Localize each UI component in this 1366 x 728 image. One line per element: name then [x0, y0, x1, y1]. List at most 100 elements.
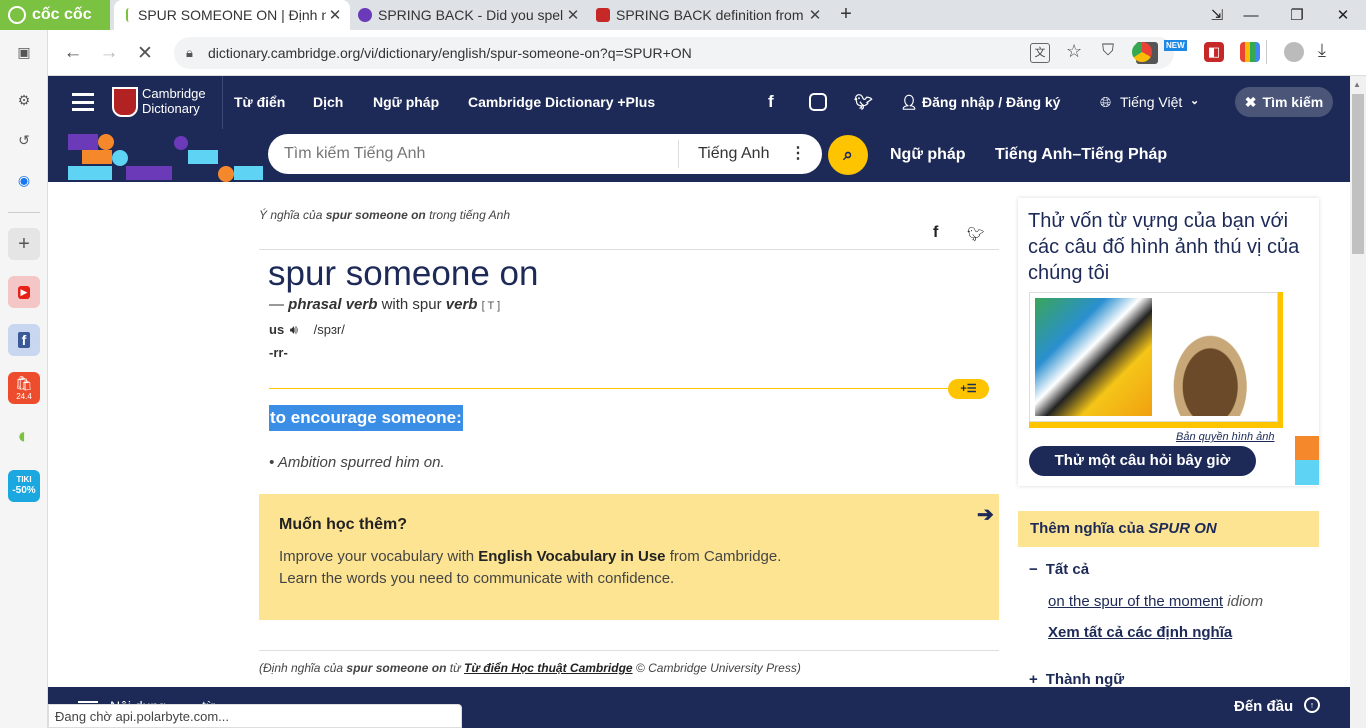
part-of-speech-line: — phrasal verb with spur verb [ T ] [269, 296, 500, 313]
more-options-icon[interactable]: ⋮ [790, 143, 806, 163]
idiom-link[interactable]: on the spur of the moment [1048, 593, 1223, 610]
search-toggle-button[interactable]: ✖ Tìm kiếm [1235, 87, 1333, 117]
search-input[interactable] [284, 143, 674, 165]
profile-avatar[interactable] [1284, 42, 1304, 62]
user-icon[interactable]: 👤︎ [900, 94, 918, 111]
sense-divider [269, 388, 959, 389]
site-favicon-icon [596, 8, 610, 22]
source-word: spur someone on [346, 661, 447, 675]
see-all-row: Xem tất cả các định nghĩa [1048, 624, 1232, 641]
snail-image [1158, 298, 1274, 416]
download-arrow-icon[interactable]: ⤓ [1318, 40, 1326, 61]
globe-icon[interactable]: 🌐︎ [1100, 94, 1111, 111]
facebook-icon[interactable]: f [8, 324, 40, 356]
decorative-blue-block [1295, 460, 1319, 485]
quiz-images[interactable] [1029, 292, 1278, 422]
search-language-select[interactable]: Tiếng Anh [698, 145, 769, 163]
close-tab-icon[interactable]: ✕ [564, 6, 582, 24]
source-dictionary-link[interactable]: Từ điển Học thuật Cambridge [464, 661, 633, 675]
close-tab-icon[interactable]: ✕ [806, 6, 824, 24]
gear-icon[interactable]: ⚙ [8, 84, 40, 116]
idiom-row: on the spur of the moment idiom [1048, 593, 1263, 610]
instagram-icon[interactable] [809, 93, 827, 111]
see-all-link[interactable]: Xem tất cả các định nghĩa [1048, 624, 1232, 641]
omnibox[interactable]: 🔒︎ dictionary.cambridge.org/vi/dictionar… [174, 37, 1174, 69]
close-tab-icon[interactable]: ✕ [326, 6, 344, 24]
stop-loading-icon[interactable]: ✕ [130, 38, 160, 68]
minimize-button[interactable]: — [1228, 0, 1274, 30]
colorful-extension-icon[interactable] [1240, 42, 1260, 62]
speaker-icon[interactable]: 🔊︎ [290, 322, 298, 337]
scroll-thumb[interactable] [1352, 94, 1364, 254]
headword: spur someone on [268, 254, 539, 293]
shield-icon[interactable]: ⛉ [1102, 42, 1114, 60]
line1-pre: Improve your vocabulary with [279, 548, 479, 565]
back-arrow-icon[interactable]: ← [58, 38, 88, 68]
logo-line2: Dictionary [142, 101, 200, 116]
nav-grammar[interactable]: Ngữ pháp [373, 94, 439, 110]
page-scrollbar[interactable]: ▲ [1350, 76, 1366, 728]
maximize-button[interactable]: ❐ [1274, 0, 1320, 30]
subnav-en-fr[interactable]: Tiếng Anh–Tiếng Pháp [995, 146, 1167, 164]
red-extension-icon[interactable]: ◧ [1204, 42, 1224, 62]
tab-spur-someone-on[interactable]: SPUR SOMEONE ON | Định nghĩa ✕ [114, 0, 350, 30]
new-badge[interactable]: NEW [1164, 40, 1187, 51]
idioms-label: Thành ngữ [1045, 671, 1125, 688]
share-twitter-icon[interactable]: 🐦︎ [967, 226, 985, 243]
coccoc-extension-icon[interactable]: ◐ [8, 420, 40, 452]
shopee-badge: 24.4 [16, 392, 32, 401]
sidebar-toggle-icon[interactable]: ▣ [8, 36, 40, 68]
forward-arrow-icon[interactable]: → [94, 38, 124, 68]
url-text[interactable]: dictionary.cambridge.org/vi/dictionary/e… [208, 45, 692, 61]
star-icon[interactable]: ☆ [1066, 41, 1082, 62]
all-label: Tất cả [1045, 561, 1090, 578]
tab-spring-back-definition[interactable]: SPRING BACK definition from ✕ [590, 0, 830, 30]
cambridge-crest-icon [112, 87, 138, 117]
cambridge-top-nav: Cambridge Dictionary Từ điển Dịch Ngữ ph… [48, 76, 1350, 129]
browser-tab-strip: cốc cốc SPUR SOMEONE ON | Định nghĩa ✕ S… [0, 0, 1366, 30]
close-window-button[interactable]: ✕ [1320, 0, 1366, 30]
try-quiz-button[interactable]: Thử một câu hỏi bây giờ [1029, 446, 1256, 476]
back-to-top-link[interactable]: Đến đầu [1234, 698, 1293, 715]
search-icon[interactable]: ⌕ [828, 135, 868, 175]
idioms-section-toggle[interactable]: + Thành ngữ [1029, 671, 1124, 688]
tiki-badge: -50% [12, 484, 36, 496]
new-tab-button[interactable]: + [834, 3, 858, 27]
scroll-up-icon[interactable]: ▲ [1353, 80, 1361, 89]
nav-dictionary[interactable]: Từ điển [234, 94, 285, 110]
pos-label: phrasal verb [288, 296, 378, 313]
history-icon[interactable]: ↺ [8, 124, 40, 156]
subnav-grammar[interactable]: Ngữ pháp [890, 146, 966, 164]
youtube-icon[interactable]: ▶ [8, 276, 40, 308]
chrome-extension-icon[interactable] [1132, 42, 1152, 62]
chevron-down-icon[interactable]: ⌄ [1190, 94, 1199, 107]
facebook-icon[interactable]: f [768, 92, 774, 112]
login-link[interactable]: Đăng nhập / Đăng ký [922, 94, 1060, 110]
tiki-icon[interactable]: TIKI -50% [8, 470, 40, 502]
shopee-icon[interactable]: 🛍 24.4 [8, 372, 40, 404]
language-selector[interactable]: Tiếng Việt [1120, 94, 1182, 110]
arrow-right-icon[interactable]: ➔ [977, 502, 994, 527]
translate-icon[interactable]: 文 [1030, 43, 1050, 63]
book-link[interactable]: English Vocabulary in Use [478, 548, 665, 565]
grammar-code: [ T ] [481, 300, 501, 312]
share-facebook-icon[interactable]: f [933, 224, 938, 242]
cambridge-logo-text[interactable]: Cambridge Dictionary [142, 86, 206, 116]
nav-plus[interactable]: Cambridge Dictionary +Plus [468, 94, 655, 110]
arrow-up-icon[interactable]: ↑ [1304, 697, 1320, 713]
status-bubble: Đang chờ api.polarbyte.com... [48, 704, 462, 728]
all-section-toggle[interactable]: − Tất cả [1029, 561, 1089, 578]
add-to-list-button[interactable]: +☰ [948, 379, 989, 399]
add-shortcut-button[interactable]: + [8, 228, 40, 260]
messenger-icon[interactable]: ◉ [8, 164, 40, 196]
pos-with-text: with spur [381, 296, 442, 313]
nav-translate[interactable]: Dịch [313, 94, 343, 110]
decorative-blocks [68, 134, 263, 182]
tab-spring-back-spell[interactable]: SPRING BACK - Did you spell ✕ [352, 0, 588, 30]
image-copyright-link[interactable]: Bản quyền hình ảnh [1176, 431, 1274, 443]
definition-text: to encourage someone: [269, 405, 463, 431]
ipa-text: /spɜr/ [313, 322, 345, 337]
hamburger-menu-icon[interactable] [72, 93, 94, 111]
coccoc-menu-button[interactable]: cốc cốc [0, 0, 110, 30]
twitter-icon[interactable]: 🐦︎ [854, 93, 873, 111]
